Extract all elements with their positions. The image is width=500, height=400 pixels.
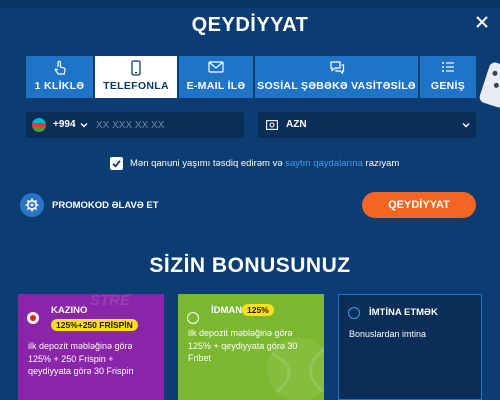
tab-social[interactable]: SOSİAL ŞƏBƏKƏ VASİTƏSİLƏ [255, 56, 418, 98]
banknote-icon [266, 120, 278, 130]
tab-extended[interactable]: GENİŞ [420, 56, 476, 98]
bonus-card-casino[interactable]: STRE KAZINO 125%+250 FRİSPİN ilk depozit… [18, 294, 164, 400]
tab-phone[interactable]: TELEFONLA [95, 56, 177, 98]
card-line: ilk depozit məbləğinə görə [188, 328, 293, 338]
chat-bubbles-icon [255, 60, 418, 76]
chevron-down-icon[interactable] [79, 120, 89, 130]
card-description: ilk depozit məbləğinə görə 125% + qeydiy… [188, 327, 297, 365]
modal-title: QEYDİYYAT [191, 14, 309, 36]
bonus-card-decline[interactable]: İMTİNA ETMƏK Bonuslardan imtina [338, 294, 482, 400]
phone-input[interactable] [94, 116, 266, 134]
currency-value: AZN [286, 119, 307, 130]
card-line: ilk depozit məbləğinə görə [28, 341, 133, 351]
header-strip [0, 0, 500, 8]
radio-unselected[interactable] [348, 307, 360, 319]
currency-select[interactable]: AZN [258, 112, 476, 138]
register-button[interactable]: QEYDİYYAT [362, 192, 476, 218]
azerbaijan-flag-icon [32, 118, 46, 132]
envelope-icon [179, 60, 253, 76]
bonus-badge: 125% [242, 304, 274, 316]
card-line: Bonuslardan imtina [349, 329, 427, 339]
registration-tabs: 1 KLİKLƏ TELEFONLA E-MAIL İLƏ SOSİAL ŞƏB… [26, 56, 476, 98]
agreement-checkbox[interactable] [110, 157, 123, 170]
agreement-text: Mən qanuni yaşımı təsdiq edirəm və saytı… [130, 158, 399, 169]
bonus-title: SİZİN BONUSUNUZ [149, 254, 351, 277]
hand-pointer-icon [26, 60, 93, 76]
tab-email[interactable]: E-MAIL İLƏ [179, 56, 253, 98]
radio-unselected[interactable] [187, 312, 199, 324]
card-line: qeydiyyata görə 30 Frispin [28, 366, 134, 376]
tab-one-click[interactable]: 1 KLİKLƏ [26, 56, 93, 98]
rules-link[interactable]: saytın qaydalarına [285, 158, 363, 169]
chevron-down-icon [462, 123, 470, 128]
card-line: 125% + 250 Frispin + [28, 353, 114, 364]
tab-label: 1 KLİKLƏ [34, 80, 85, 92]
card-name: KAZINO [51, 305, 88, 316]
card-line: Fribet [188, 353, 212, 363]
card-description: ilk depozit məbləğinə görə 125% + 250 Fr… [28, 340, 134, 378]
promo-label: PROMOKOD ƏLAVƏ ET [52, 200, 159, 211]
phone-field: +994 [26, 112, 266, 138]
card-name: İDMAN [211, 305, 243, 316]
card-name: İMTİNA ETMƏK [369, 307, 438, 318]
checkmark-icon [112, 160, 121, 168]
agreement-prefix: Mən qanuni yaşımı təsdiq edirəm və [130, 158, 283, 169]
tab-label: SOSİAL ŞƏBƏKƏ VASİTƏSİLƏ [257, 80, 416, 92]
tab-label: E-MAIL İLƏ [186, 80, 246, 92]
gear-icon [20, 193, 44, 217]
bonus-card-sport[interactable]: İDMAN 125% ilk depozit məbləğinə görə 12… [178, 294, 324, 400]
radio-selected[interactable] [27, 312, 39, 324]
tab-label: TELEFONLA [103, 80, 169, 92]
agreement-suffix: razıyam [365, 158, 400, 169]
list-icon [420, 60, 476, 76]
smartphone-icon [95, 60, 177, 76]
card-description: Bonuslardan imtina [349, 328, 426, 341]
tab-label: GENİŞ [430, 80, 466, 92]
card-watermark: STRE [90, 294, 131, 309]
country-code[interactable]: +994 [53, 119, 76, 130]
bonus-badge: 125%+250 FRİSPİN [51, 319, 138, 331]
close-icon[interactable] [472, 12, 492, 32]
card-line: 125% + qeydiyyata görə 30 [188, 340, 298, 351]
